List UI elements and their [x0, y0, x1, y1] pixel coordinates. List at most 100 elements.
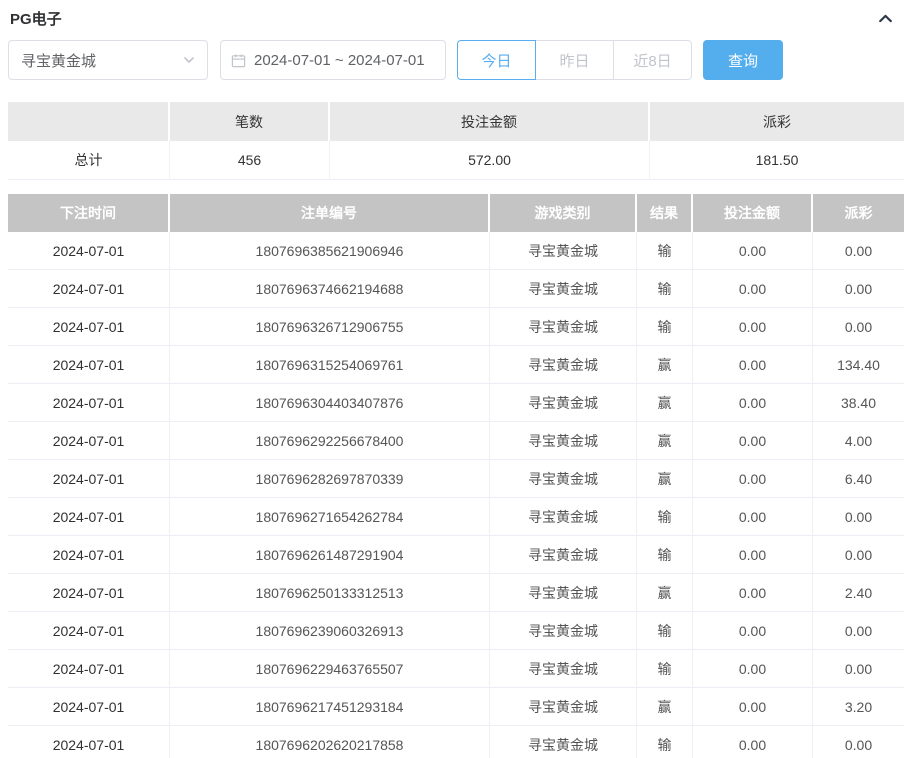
cell-result: 输 — [637, 232, 693, 270]
cell-result: 输 — [637, 726, 693, 758]
cell-game-type: 寻宝黄金城 — [490, 688, 637, 726]
table-row: 2024-07-011807696326712906755寻宝黄金城输0.000… — [8, 308, 904, 346]
cell-payout: 0.00 — [813, 270, 904, 308]
chevron-down-icon — [183, 54, 195, 66]
cell-payout: 0.00 — [813, 726, 904, 758]
last-8-days-button[interactable]: 近8日 — [613, 40, 692, 80]
cell-game-type: 寻宝黄金城 — [490, 726, 637, 758]
cell-bet-amount: 0.00 — [693, 726, 813, 758]
cell-payout: 134.40 — [813, 346, 904, 384]
cell-bet-time: 2024-07-01 — [8, 536, 170, 574]
cell-bet-time: 2024-07-01 — [8, 308, 170, 346]
cell-bet-id: 1807696261487291904 — [170, 536, 490, 574]
quick-range-button-group: 今日 昨日 近8日 — [457, 40, 692, 80]
cell-payout: 3.20 — [813, 688, 904, 726]
cell-bet-id: 1807696250133312513 — [170, 574, 490, 612]
yesterday-button[interactable]: 昨日 — [535, 40, 614, 80]
summary-header-row: 笔数 投注金额 派彩 — [8, 102, 904, 141]
cell-bet-amount: 0.00 — [693, 308, 813, 346]
cell-result: 输 — [637, 536, 693, 574]
records-header-bet-amount: 投注金额 — [693, 194, 813, 232]
cell-bet-id: 1807696385621906946 — [170, 232, 490, 270]
calendar-icon — [231, 53, 246, 68]
cell-payout: 0.00 — [813, 536, 904, 574]
date-range-value: 2024-07-01 ~ 2024-07-01 — [254, 52, 425, 69]
cell-payout: 0.00 — [813, 232, 904, 270]
records-header-bet-time: 下注时间 — [8, 194, 170, 232]
summary-total-payout: 181.50 — [650, 141, 904, 180]
records-header-game-type: 游戏类别 — [490, 194, 637, 232]
cell-game-type: 寻宝黄金城 — [490, 612, 637, 650]
cell-bet-time: 2024-07-01 — [8, 612, 170, 650]
pg-electronic-panel: PG电子 寻宝黄金城 2024-07-01 ~ 2024-07-0 — [0, 0, 912, 758]
table-row: 2024-07-011807696292256678400寻宝黄金城赢0.004… — [8, 422, 904, 460]
table-row: 2024-07-011807696250133312513寻宝黄金城赢0.002… — [8, 574, 904, 612]
cell-payout: 0.00 — [813, 612, 904, 650]
cell-bet-amount: 0.00 — [693, 232, 813, 270]
cell-bet-amount: 0.00 — [693, 536, 813, 574]
cell-payout: 0.00 — [813, 498, 904, 536]
cell-bet-amount: 0.00 — [693, 270, 813, 308]
chevron-up-icon — [877, 10, 894, 27]
cell-bet-time: 2024-07-01 — [8, 650, 170, 688]
cell-game-type: 寻宝黄金城 — [490, 650, 637, 688]
summary-header-payout: 派彩 — [650, 102, 904, 141]
records-table-body: 2024-07-011807696385621906946寻宝黄金城输0.000… — [8, 232, 904, 758]
cell-game-type: 寻宝黄金城 — [490, 536, 637, 574]
cell-result: 输 — [637, 498, 693, 536]
date-range-input[interactable]: 2024-07-01 ~ 2024-07-01 — [220, 40, 446, 80]
cell-game-type: 寻宝黄金城 — [490, 498, 637, 536]
cell-bet-amount: 0.00 — [693, 612, 813, 650]
records-table: 下注时间 注单编号 游戏类别 结果 投注金额 派彩 2024-07-011807… — [8, 194, 904, 758]
cell-game-type: 寻宝黄金城 — [490, 460, 637, 498]
table-row: 2024-07-011807696271654262784寻宝黄金城输0.000… — [8, 498, 904, 536]
cell-result: 赢 — [637, 460, 693, 498]
cell-game-type: 寻宝黄金城 — [490, 422, 637, 460]
cell-payout: 0.00 — [813, 650, 904, 688]
cell-bet-amount: 0.00 — [693, 650, 813, 688]
cell-payout: 4.00 — [813, 422, 904, 460]
cell-bet-id: 1807696229463765507 — [170, 650, 490, 688]
table-row: 2024-07-011807696261487291904寻宝黄金城输0.000… — [8, 536, 904, 574]
cell-game-type: 寻宝黄金城 — [490, 270, 637, 308]
cell-result: 输 — [637, 612, 693, 650]
summary-total-count: 456 — [170, 141, 330, 180]
table-row: 2024-07-011807696239060326913寻宝黄金城输0.000… — [8, 612, 904, 650]
filter-bar: 寻宝黄金城 2024-07-01 ~ 2024-07-01 今日 昨日 近8日 … — [8, 40, 904, 80]
cell-bet-id: 1807696282697870339 — [170, 460, 490, 498]
cell-bet-id: 1807696304403407876 — [170, 384, 490, 422]
cell-bet-time: 2024-07-01 — [8, 422, 170, 460]
cell-bet-time: 2024-07-01 — [8, 346, 170, 384]
table-row: 2024-07-011807696304403407876寻宝黄金城赢0.003… — [8, 384, 904, 422]
cell-result: 输 — [637, 650, 693, 688]
cell-payout: 38.40 — [813, 384, 904, 422]
query-button[interactable]: 查询 — [703, 40, 783, 80]
cell-game-type: 寻宝黄金城 — [490, 308, 637, 346]
page-title: PG电子 — [10, 8, 62, 29]
cell-bet-amount: 0.00 — [693, 574, 813, 612]
cell-result: 赢 — [637, 384, 693, 422]
cell-bet-amount: 0.00 — [693, 460, 813, 498]
table-row: 2024-07-011807696202620217858寻宝黄金城输0.000… — [8, 726, 904, 758]
collapse-button[interactable] — [871, 8, 900, 29]
cell-bet-amount: 0.00 — [693, 498, 813, 536]
cell-bet-id: 1807696326712906755 — [170, 308, 490, 346]
records-header-bet-id: 注单编号 — [170, 194, 490, 232]
summary-header-count: 笔数 — [170, 102, 330, 141]
cell-bet-time: 2024-07-01 — [8, 384, 170, 422]
cell-bet-id: 1807696315254069761 — [170, 346, 490, 384]
today-button[interactable]: 今日 — [457, 40, 536, 80]
cell-bet-time: 2024-07-01 — [8, 460, 170, 498]
game-select[interactable]: 寻宝黄金城 — [8, 40, 208, 80]
game-select-value: 寻宝黄金城 — [21, 50, 96, 71]
summary-header-empty — [8, 102, 170, 141]
cell-bet-id: 1807696374662194688 — [170, 270, 490, 308]
cell-bet-id: 1807696292256678400 — [170, 422, 490, 460]
records-header-row: 下注时间 注单编号 游戏类别 结果 投注金额 派彩 — [8, 194, 904, 232]
cell-bet-time: 2024-07-01 — [8, 726, 170, 758]
summary-table: 笔数 投注金额 派彩 总计 456 572.00 181.50 — [8, 102, 904, 180]
cell-bet-time: 2024-07-01 — [8, 232, 170, 270]
cell-bet-time: 2024-07-01 — [8, 270, 170, 308]
cell-bet-time: 2024-07-01 — [8, 688, 170, 726]
summary-total-row: 总计 456 572.00 181.50 — [8, 141, 904, 180]
